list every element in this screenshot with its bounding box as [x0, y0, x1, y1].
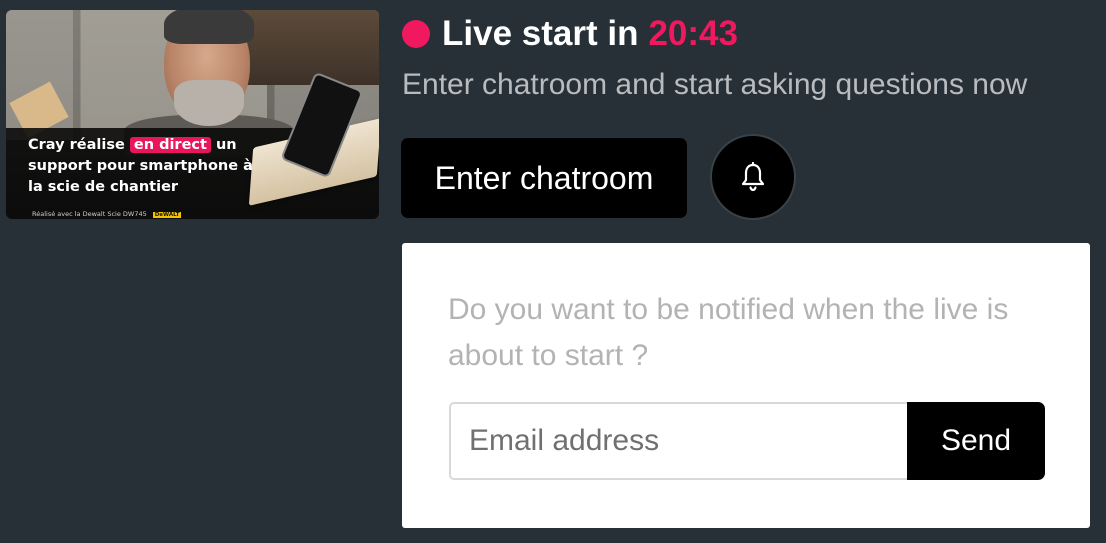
live-indicator-dot: [402, 20, 430, 48]
email-input[interactable]: [449, 402, 907, 480]
dewalt-logo: DeWALT: [152, 212, 182, 218]
live-heading: Live start in 20:43: [442, 14, 738, 53]
thumbnail-small-text: Réalisé avec la Dewalt Scie DW745 DeWALT: [32, 210, 182, 218]
notify-question: Do you want to be notified when the live…: [448, 293, 1009, 372]
thumbnail-caption-highlight: en direct: [129, 137, 211, 153]
send-button[interactable]: Send: [907, 402, 1045, 480]
notify-bell-button[interactable]: [710, 134, 796, 220]
live-countdown: 20:43: [648, 14, 738, 53]
notify-card: Do you want to be notified when the live…: [402, 243, 1090, 528]
thumbnail-person: [124, 10, 294, 155]
live-status: Live start in 20:43: [402, 14, 738, 54]
thumbnail-caption: Cray réalise en direct un support pour s…: [28, 137, 253, 195]
bell-icon: [741, 162, 765, 192]
video-thumbnail[interactable]: Cray réalise en direct un support pour s…: [6, 10, 379, 219]
enter-chatroom-button[interactable]: Enter chatroom: [401, 138, 687, 218]
live-subtitle: Enter chatroom and start asking question…: [402, 68, 1028, 101]
